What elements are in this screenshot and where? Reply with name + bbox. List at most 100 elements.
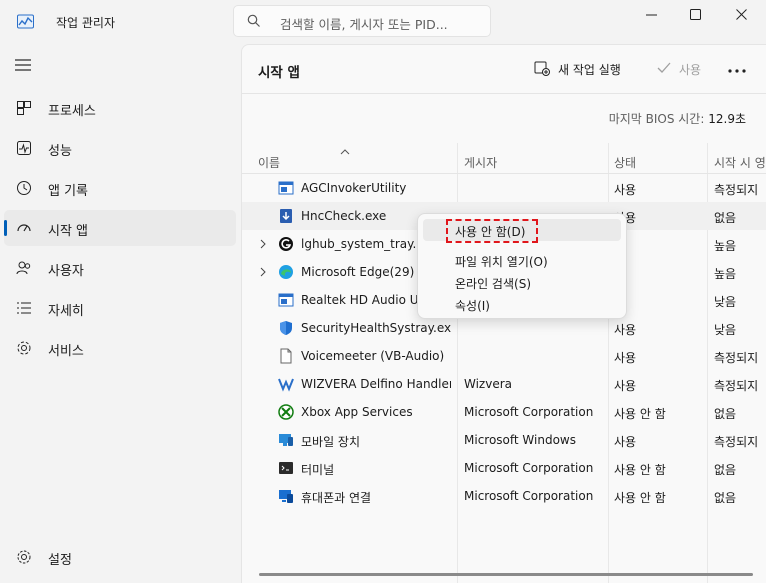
table-row[interactable]: WIZVERA Delfino Handler... Wizvera 사용 측정…: [242, 370, 766, 398]
menu-item-label: 온라인 검색(S): [455, 277, 531, 291]
row-status: 사용: [614, 351, 637, 365]
processes-icon: [16, 100, 32, 116]
row-impact: 측정되지: [714, 379, 759, 393]
row-status: 사용 안 함: [614, 407, 666, 421]
row-status: 사용: [614, 379, 637, 393]
row-impact: 측정되지: [714, 183, 759, 197]
close-button[interactable]: [718, 0, 764, 32]
more-options-button[interactable]: [728, 57, 746, 81]
minimize-button[interactable]: [628, 0, 674, 32]
sidebar-item-label: 성능: [48, 144, 72, 159]
row-status: 사용: [614, 435, 637, 449]
search-box[interactable]: 검색할 이름, 게시자 또는 PID...: [233, 5, 491, 37]
run-new-task-button[interactable]: 새 작업 실행: [534, 57, 621, 81]
row-status: 사용: [614, 209, 706, 226]
bios-time: 마지막 BIOS 시간: 12.9초: [609, 110, 746, 127]
row-impact: 낮음: [714, 323, 737, 337]
row-impact: 높음: [714, 239, 737, 253]
table-row[interactable]: Xbox App Services Microsoft Corporation …: [242, 398, 766, 426]
app-window-icon: [278, 292, 294, 308]
sidebar-item-services[interactable]: 서비스: [4, 330, 236, 366]
row-status: 사용: [614, 183, 637, 197]
download-icon: [278, 208, 294, 224]
menu-item-label: 속성(I): [455, 299, 490, 313]
active-indicator: [4, 220, 7, 236]
table-row[interactable]: AGCInvokerUtility 사용 측정되지: [242, 174, 766, 202]
bios-time-label: 마지막 BIOS 시간:: [608, 112, 705, 126]
table-row[interactable]: 터미널 Microsoft Corporation 사용 안 함 없음: [242, 454, 766, 482]
sidebar-item-app-history[interactable]: 앱 기록: [4, 170, 236, 206]
sidebar-item-label: 설정: [48, 553, 72, 568]
row-status: 사용 안 함: [614, 491, 666, 505]
chevron-right-icon[interactable]: [260, 238, 266, 252]
row-publisher: Microsoft Corporation: [464, 405, 594, 419]
sidebar-item-startup-apps[interactable]: 시작 앱: [4, 210, 236, 246]
row-name: 모바일 장치: [301, 435, 361, 449]
row-status: 사용 안 함: [614, 463, 666, 477]
sidebar-item-label: 앱 기록: [48, 184, 89, 199]
task-manager-logo-icon: [17, 13, 34, 30]
sidebar-item-label: 자세히: [48, 304, 84, 319]
row-publisher: Microsoft Corporation: [464, 489, 594, 503]
column-header-name[interactable]: 이름: [258, 154, 280, 171]
sidebar-item-label: 서비스: [48, 344, 84, 359]
sidebar-item-users[interactable]: 사용자: [4, 250, 236, 286]
row-publisher: Microsoft Windows: [464, 433, 576, 447]
menu-item-properties[interactable]: 속성(I): [423, 293, 621, 315]
more-icon: [728, 62, 746, 76]
edge-icon: [278, 264, 294, 280]
title-bar: 작업 관리자 검색할 이름, 게시자 또는 PID...: [0, 0, 766, 44]
mobile-device-icon: [278, 432, 294, 448]
sidebar-item-details[interactable]: 자세히: [4, 290, 236, 326]
row-impact: 없음: [714, 211, 737, 225]
xbox-icon: [278, 404, 294, 420]
gear-icon: [16, 549, 32, 565]
shield-icon: [278, 320, 294, 336]
sort-ascending-icon: [340, 144, 350, 158]
maximize-button[interactable]: [672, 0, 718, 32]
app-window-icon: [278, 180, 294, 196]
services-icon: [16, 340, 32, 356]
toolbar-divider: [242, 93, 766, 94]
menu-item-open-file-location[interactable]: 파일 위치 열기(O): [423, 249, 621, 271]
enable-label: 사용: [679, 62, 702, 77]
phone-link-icon: [278, 488, 294, 504]
menu-item-label: 파일 위치 열기(O): [455, 255, 548, 269]
menu-item-search-online[interactable]: 온라인 검색(S): [423, 271, 621, 293]
search-icon: [247, 14, 261, 31]
horizontal-scrollbar[interactable]: [259, 573, 753, 576]
checkmark-icon: [657, 62, 671, 77]
sidebar-item-performance[interactable]: 성능: [4, 130, 236, 166]
run-new-task-label: 새 작업 실행: [558, 62, 621, 77]
enable-button[interactable]: 사용: [657, 57, 701, 81]
close-icon: [735, 9, 747, 23]
row-name: SecurityHealthSystray.exe: [301, 321, 451, 335]
table-row[interactable]: Voicemeeter (VB-Audio) 사용 측정되지: [242, 342, 766, 370]
chevron-right-icon[interactable]: [260, 266, 266, 280]
app-history-icon: [16, 180, 32, 196]
bios-time-value: 12.9초: [708, 112, 746, 126]
hamburger-menu-button[interactable]: [14, 58, 34, 76]
wizvera-icon: [278, 376, 294, 392]
startup-apps-icon: [16, 220, 32, 236]
row-name: 터미널: [301, 463, 335, 477]
lghub-icon: [278, 236, 294, 252]
column-header-publisher[interactable]: 게시자: [464, 154, 497, 171]
row-publisher: Wizvera: [464, 377, 513, 391]
sidebar-item-label: 시작 앱: [48, 224, 89, 239]
terminal-icon: [278, 460, 294, 476]
new-task-icon: [534, 60, 550, 79]
column-header-startup-impact[interactable]: 시작 시 영: [714, 154, 766, 171]
row-impact: 없음: [714, 407, 737, 421]
table-row[interactable]: 휴대폰과 연결 Microsoft Corporation 사용 안 함 없음: [242, 482, 766, 510]
table-row[interactable]: 모바일 장치 Microsoft Windows 사용 측정되지: [242, 426, 766, 454]
details-icon: [16, 300, 32, 316]
search-input[interactable]: 검색할 이름, 게시자 또는 PID...: [280, 14, 448, 33]
file-icon: [278, 348, 294, 364]
column-header-status[interactable]: 상태: [614, 154, 636, 171]
sidebar-item-settings[interactable]: 설정: [4, 539, 236, 575]
hamburger-icon: [14, 59, 32, 75]
app-title: 작업 관리자: [56, 16, 116, 30]
row-name: WIZVERA Delfino Handler...: [301, 377, 451, 391]
sidebar-item-processes[interactable]: 프로세스: [4, 90, 236, 126]
